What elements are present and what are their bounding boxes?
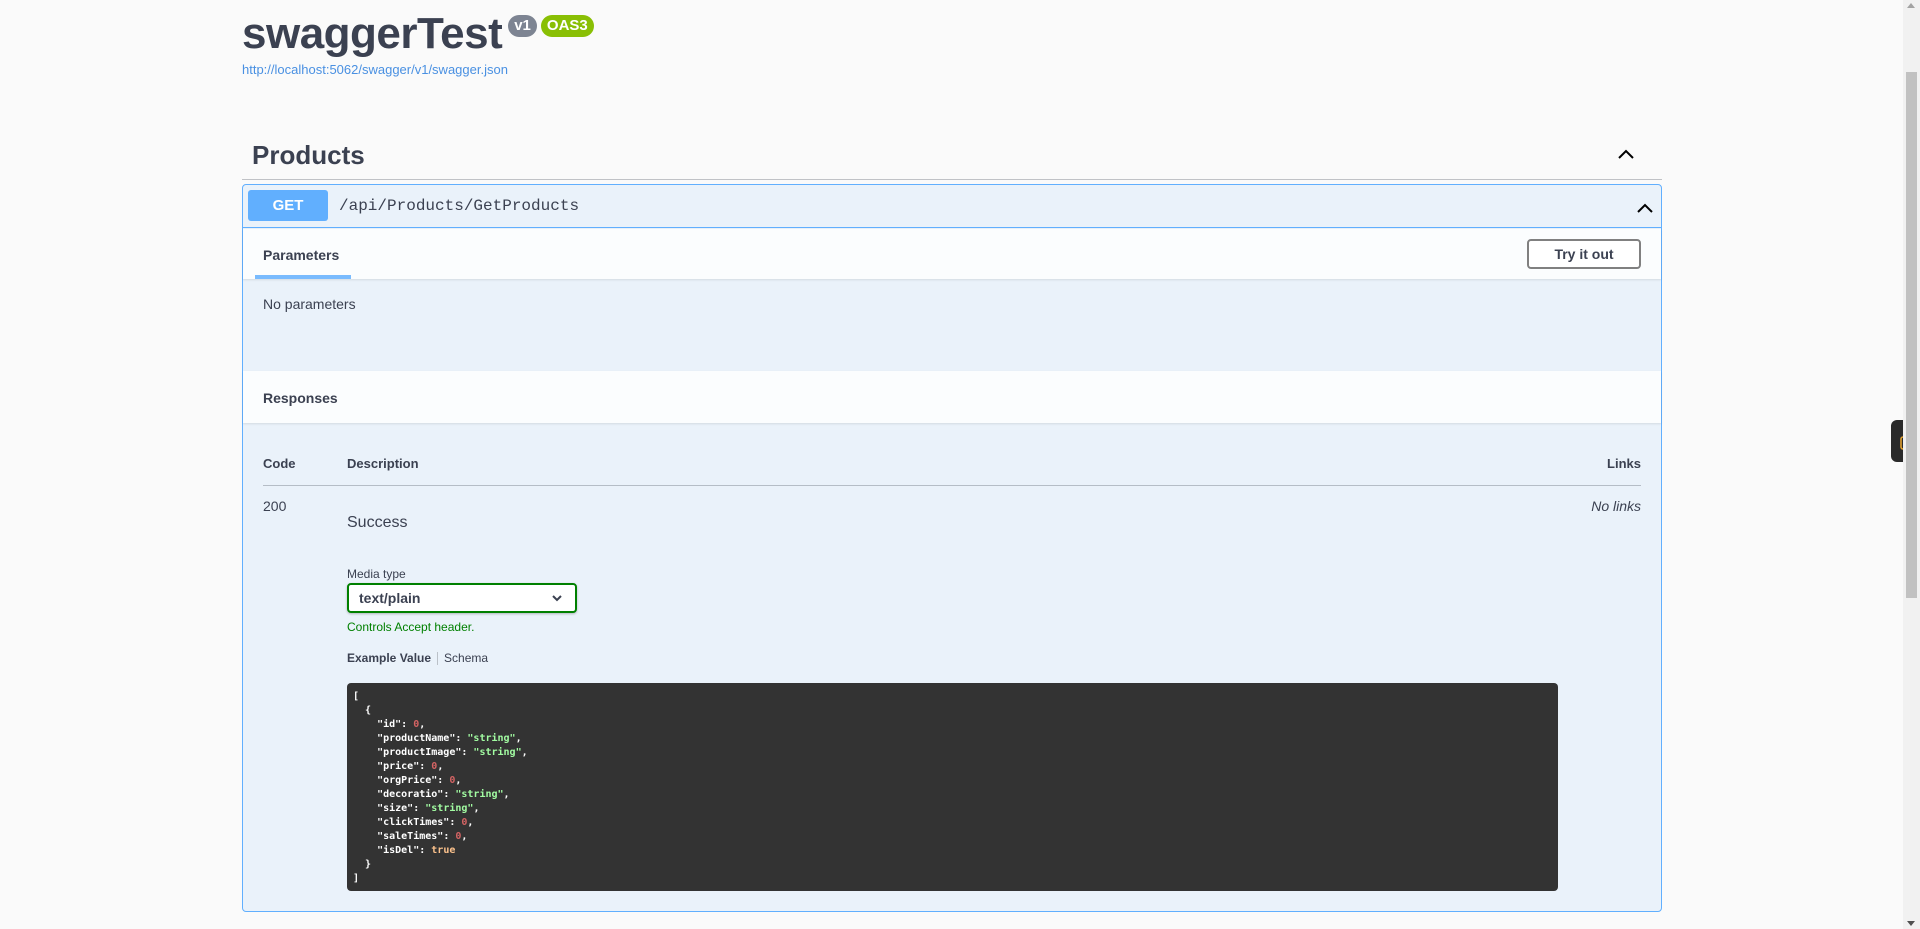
scrollbar-thumb[interactable] [1906, 72, 1917, 598]
responses-title: Responses [263, 390, 338, 406]
code-key: "isDel" [353, 845, 420, 856]
code-line: "decoratio": "string", [353, 789, 510, 800]
code-key: "size" [353, 803, 414, 814]
code-key: "orgPrice" [353, 775, 438, 786]
code-value: "string" [467, 733, 516, 744]
code-value: 0 [461, 817, 468, 828]
operation-block-get-products: GET /api/Products/GetProducts Parameters… [242, 184, 1662, 912]
column-description: Description [347, 456, 419, 471]
code-line: "productName": "string", [353, 733, 522, 744]
tab-example-value[interactable]: Example Value [347, 651, 431, 665]
code-key: "clickTimes" [353, 817, 450, 828]
method-badge: GET [248, 190, 328, 221]
example-value-code: [ { "id": 0, "productName": "string", "p… [347, 683, 1558, 891]
code-key: "productName" [353, 733, 456, 744]
code-value: 0 [431, 761, 438, 772]
code-close-bracket: ] [353, 873, 360, 884]
code-line: "id": 0, [353, 719, 426, 730]
oas-badge: OAS3 [540, 15, 594, 37]
media-type-select[interactable]: text/plain [347, 583, 577, 613]
spec-url-link[interactable]: http://localhost:5062/swagger/v1/swagger… [242, 62, 508, 77]
column-links: Links [1607, 456, 1641, 471]
operation-summary[interactable]: GET /api/Products/GetProducts [243, 185, 1661, 228]
chevron-up-icon[interactable] [1616, 144, 1636, 164]
scroll-up-arrow-icon[interactable] [1907, 3, 1915, 8]
tab-active-indicator [255, 275, 351, 279]
code-key: "saleTimes" [353, 831, 444, 842]
response-description: Success [347, 514, 408, 531]
chevron-down-icon [552, 595, 562, 602]
code-value: 0 [455, 831, 462, 842]
no-parameters-text: No parameters [263, 296, 356, 312]
vertical-scrollbar[interactable] [1903, 0, 1920, 929]
chevron-up-icon[interactable] [1635, 198, 1655, 218]
tag-section-products[interactable]: Products [242, 130, 1662, 180]
media-type-value: text/plain [359, 590, 421, 606]
response-links: No links [1591, 498, 1641, 514]
tab-schema[interactable]: Schema [444, 651, 488, 665]
code-value: true [431, 845, 456, 856]
code-close-brace: } [353, 859, 372, 870]
media-type-label: Media type [347, 567, 406, 581]
controls-accept-note: Controls Accept header. [347, 620, 475, 634]
tag-title: Products [252, 140, 365, 170]
code-value: "string" [425, 803, 474, 814]
code-line: "productImage": "string", [353, 747, 528, 758]
code-key: "id" [353, 719, 402, 730]
scroll-down-arrow-icon[interactable] [1907, 921, 1915, 926]
code-line: "clickTimes": 0, [353, 817, 474, 828]
code-value: "string" [455, 789, 504, 800]
parameters-header: Parameters Try it out [243, 229, 1661, 279]
code-open-brace: { [353, 705, 372, 716]
code-key: "decoratio" [353, 789, 444, 800]
tab-separator [437, 651, 439, 665]
api-title: swaggerTest [242, 9, 503, 58]
code-key: "price" [353, 761, 420, 772]
example-tabs: Example Value Schema [347, 651, 488, 665]
code-fields: "id": 0, "productName": "string", "produ… [353, 719, 528, 856]
operation-path: /api/Products/GetProducts [339, 197, 580, 215]
code-line: "price": 0, [353, 761, 444, 772]
code-line: "orgPrice": 0, [353, 775, 462, 786]
try-it-out-button[interactable]: Try it out [1527, 239, 1641, 269]
code-key: "productImage" [353, 747, 462, 758]
version-badge: v1 [508, 15, 537, 37]
responses-header: Responses [243, 371, 1661, 423]
column-code: Code [263, 456, 296, 471]
table-header-divider [263, 485, 1641, 486]
tab-parameters[interactable]: Parameters [255, 229, 347, 279]
code-value: 0 [449, 775, 456, 786]
code-line: "isDel": true [353, 845, 456, 856]
code-value: "string" [473, 747, 522, 758]
code-line: "size": "string", [353, 803, 480, 814]
code-value: 0 [413, 719, 420, 730]
code-open-bracket: [ [353, 691, 360, 702]
info-header: swaggerTest v1 OAS3 [242, 10, 594, 58]
code-line: "saleTimes": 0, [353, 831, 468, 842]
response-code: 200 [263, 498, 287, 514]
